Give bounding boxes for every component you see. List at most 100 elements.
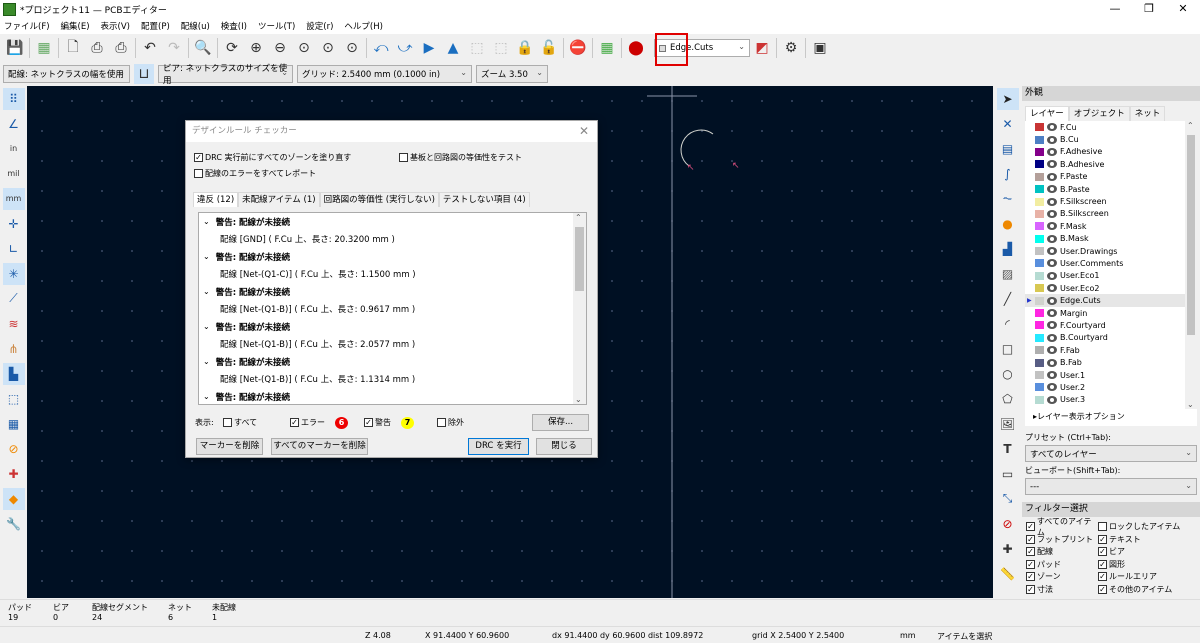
eye-icon[interactable] — [1047, 147, 1057, 156]
delete-icon[interactable]: ⊘ — [997, 513, 1019, 535]
layer-row[interactable]: F.Fab — [1025, 344, 1197, 356]
drc-icon[interactable]: ⬤ — [624, 37, 648, 59]
measure-icon[interactable]: 📏 — [997, 563, 1019, 585]
layer-color-swatch[interactable] — [1035, 247, 1044, 256]
eye-icon[interactable] — [1047, 271, 1057, 280]
layer-color-swatch[interactable] — [1035, 296, 1044, 305]
test-parity-checkbox[interactable]: 基板と回路図の等価性をテスト — [399, 152, 522, 164]
draw-arc-icon[interactable]: ◜ — [997, 313, 1019, 335]
zoom-fit-icon[interactable]: ⊙ — [292, 37, 316, 59]
layer-color-swatch[interactable] — [1035, 395, 1044, 404]
layer-color-swatch[interactable] — [1035, 147, 1044, 156]
refill-zones-checkbox[interactable]: ✓ DRC 実行前にすべてのゾーンを塗り直す — [194, 152, 351, 164]
undo-icon[interactable]: ↶ — [138, 37, 162, 59]
board-setup-icon[interactable]: ▦ — [32, 37, 56, 59]
filter-checkbox[interactable]: ✓ 寸法 — [1026, 584, 1098, 596]
high-contrast-icon[interactable]: ✚ — [3, 463, 25, 485]
menu-view[interactable]: 表示(V) — [101, 20, 130, 32]
layer-row[interactable]: User.3 — [1025, 394, 1197, 406]
add-textbox-icon[interactable]: ▭ — [997, 463, 1019, 485]
preset-select[interactable]: すべてのレイヤー ⌄ — [1025, 445, 1197, 462]
filter-checkbox[interactable]: ロックしたアイテム — [1098, 521, 1198, 533]
layer-row[interactable]: B.Mask — [1025, 233, 1197, 245]
layer-row[interactable]: F.Silkscreen — [1025, 195, 1197, 207]
layer-row[interactable]: User.2 — [1025, 381, 1197, 393]
layer-pair-icon[interactable]: ◩ — [750, 37, 774, 59]
layer-color-swatch[interactable] — [1035, 197, 1044, 206]
show-excluded-checkbox[interactable]: 除外 — [437, 417, 464, 429]
layer-row[interactable]: User.Drawings — [1025, 245, 1197, 257]
net-colors-icon[interactable]: ≋ — [3, 313, 25, 335]
save-icon[interactable]: 💾 — [3, 37, 27, 59]
local-ratsnest-icon[interactable]: ✕ — [997, 113, 1019, 135]
show-warnings-checkbox[interactable]: ✓ 警告 7 — [364, 416, 414, 429]
zoom-selection-icon[interactable]: ⊙ — [340, 37, 364, 59]
add-footprint-icon[interactable]: ▤ — [997, 138, 1019, 160]
units-mil-icon[interactable]: mil — [3, 163, 25, 185]
layer-color-swatch[interactable] — [1035, 209, 1044, 218]
menu-file[interactable]: ファイル(F) — [4, 20, 50, 32]
tab-ignored[interactable]: テストしない項目 (4) — [438, 192, 530, 207]
layer-color-swatch[interactable] — [1035, 346, 1044, 355]
tune-length-icon[interactable]: ⏦ — [997, 188, 1019, 210]
violation-header[interactable]: ⌄ 警告: 配線が未接続 — [199, 248, 586, 266]
angle-snap-icon[interactable]: ∟ — [3, 238, 25, 260]
violation-header[interactable]: ⌄ 警告: 配線が未接続 — [199, 388, 586, 404]
eye-icon[interactable] — [1047, 160, 1057, 169]
layer-row[interactable]: B.Courtyard — [1025, 332, 1197, 344]
rotate-ccw-icon[interactable]: ⤺ — [369, 37, 393, 59]
add-zone-icon[interactable]: ▟ — [997, 238, 1019, 260]
grid-toggle-icon[interactable]: ⠿ — [2, 87, 25, 110]
menu-route[interactable]: 配線(u) — [181, 20, 210, 32]
grid-select[interactable]: グリッド: 2.5400 mm (0.1000 in) ⌄ — [297, 65, 472, 83]
track-outline-icon[interactable]: ⋔ — [3, 338, 25, 360]
pad-display-icon[interactable]: ▦ — [3, 413, 25, 435]
layer-row[interactable]: B.Paste — [1025, 183, 1197, 195]
zoom-out-icon[interactable]: ⊖ — [268, 37, 292, 59]
layer-row[interactable]: User.Eco1 — [1025, 270, 1197, 282]
filter-checkbox[interactable]: ✓ フットプリント — [1026, 534, 1098, 546]
add-via-icon[interactable]: ● — [997, 213, 1019, 235]
eye-icon[interactable] — [1047, 296, 1057, 305]
eye-icon[interactable] — [1047, 135, 1057, 144]
eye-icon[interactable] — [1047, 197, 1057, 206]
viewport-select[interactable]: --- ⌄ — [1025, 478, 1197, 495]
zoom-select[interactable]: ズーム 3.50 ⌄ — [476, 65, 548, 83]
tab-parity[interactable]: 回路図の等価性 (実行しない) — [319, 192, 439, 207]
layer-color-swatch[interactable] — [1035, 185, 1044, 194]
set-origin-icon[interactable]: ✚ — [997, 538, 1019, 560]
update-pcb-icon[interactable]: ▦ — [595, 37, 619, 59]
eye-icon[interactable] — [1047, 123, 1057, 132]
filter-checkbox[interactable]: ✓ 図形 — [1098, 559, 1198, 571]
units-mm-icon[interactable]: mm — [2, 187, 25, 210]
dialog-close-icon[interactable]: ✕ — [579, 121, 589, 142]
add-image-icon[interactable]: 🖼 — [997, 413, 1019, 435]
violation-detail[interactable]: 配線 [Net-(Q1-B)] ( F.Cu 上、長さ: 0.9617 mm ) — [199, 301, 586, 319]
layer-color-swatch[interactable] — [1035, 259, 1044, 268]
eye-icon[interactable] — [1047, 309, 1057, 318]
violation-detail[interactable]: 配線 [Net-(Q1-C)] ( F.Cu 上、長さ: 1.1500 mm ) — [199, 266, 586, 284]
filter-checkbox[interactable]: ✓ テキスト — [1098, 534, 1198, 546]
eye-icon[interactable] — [1047, 321, 1057, 330]
violation-header[interactable]: ⌄ 警告: 配線が未接続 — [199, 283, 586, 301]
chevron-down-icon[interactable]: ⌄ — [203, 252, 210, 261]
layer-row[interactable]: B.Fab — [1025, 356, 1197, 368]
violation-detail[interactable]: 配線 [Net-(Q1-B)] ( F.Cu 上、長さ: 1.1314 mm ) — [199, 371, 586, 389]
cursor-shape-icon[interactable]: ✛ — [3, 213, 25, 235]
draw-line-icon[interactable]: ╱ — [997, 288, 1019, 310]
zone-fill-icon[interactable]: ▙ — [2, 362, 25, 385]
filter-checkbox[interactable]: ✓ その他のアイテム — [1098, 584, 1198, 596]
eye-icon[interactable] — [1047, 247, 1057, 256]
find-icon[interactable]: 🔍 — [191, 37, 215, 59]
tab-objects[interactable]: オブジェクト — [1068, 106, 1130, 121]
refresh-icon[interactable]: ⟳ — [220, 37, 244, 59]
layer-row[interactable]: User.1 — [1025, 369, 1197, 381]
layer-row[interactable]: F.Paste — [1025, 171, 1197, 183]
layer-row[interactable]: B.Silkscreen — [1025, 208, 1197, 220]
eye-icon[interactable] — [1047, 383, 1057, 392]
layer-color-swatch[interactable] — [1035, 234, 1044, 243]
layer-color-swatch[interactable] — [1035, 309, 1044, 318]
add-dimension-icon[interactable]: ⤡ — [997, 488, 1019, 510]
layer-color-swatch[interactable] — [1035, 135, 1044, 144]
show-all-checkbox[interactable]: すべて — [223, 417, 257, 429]
